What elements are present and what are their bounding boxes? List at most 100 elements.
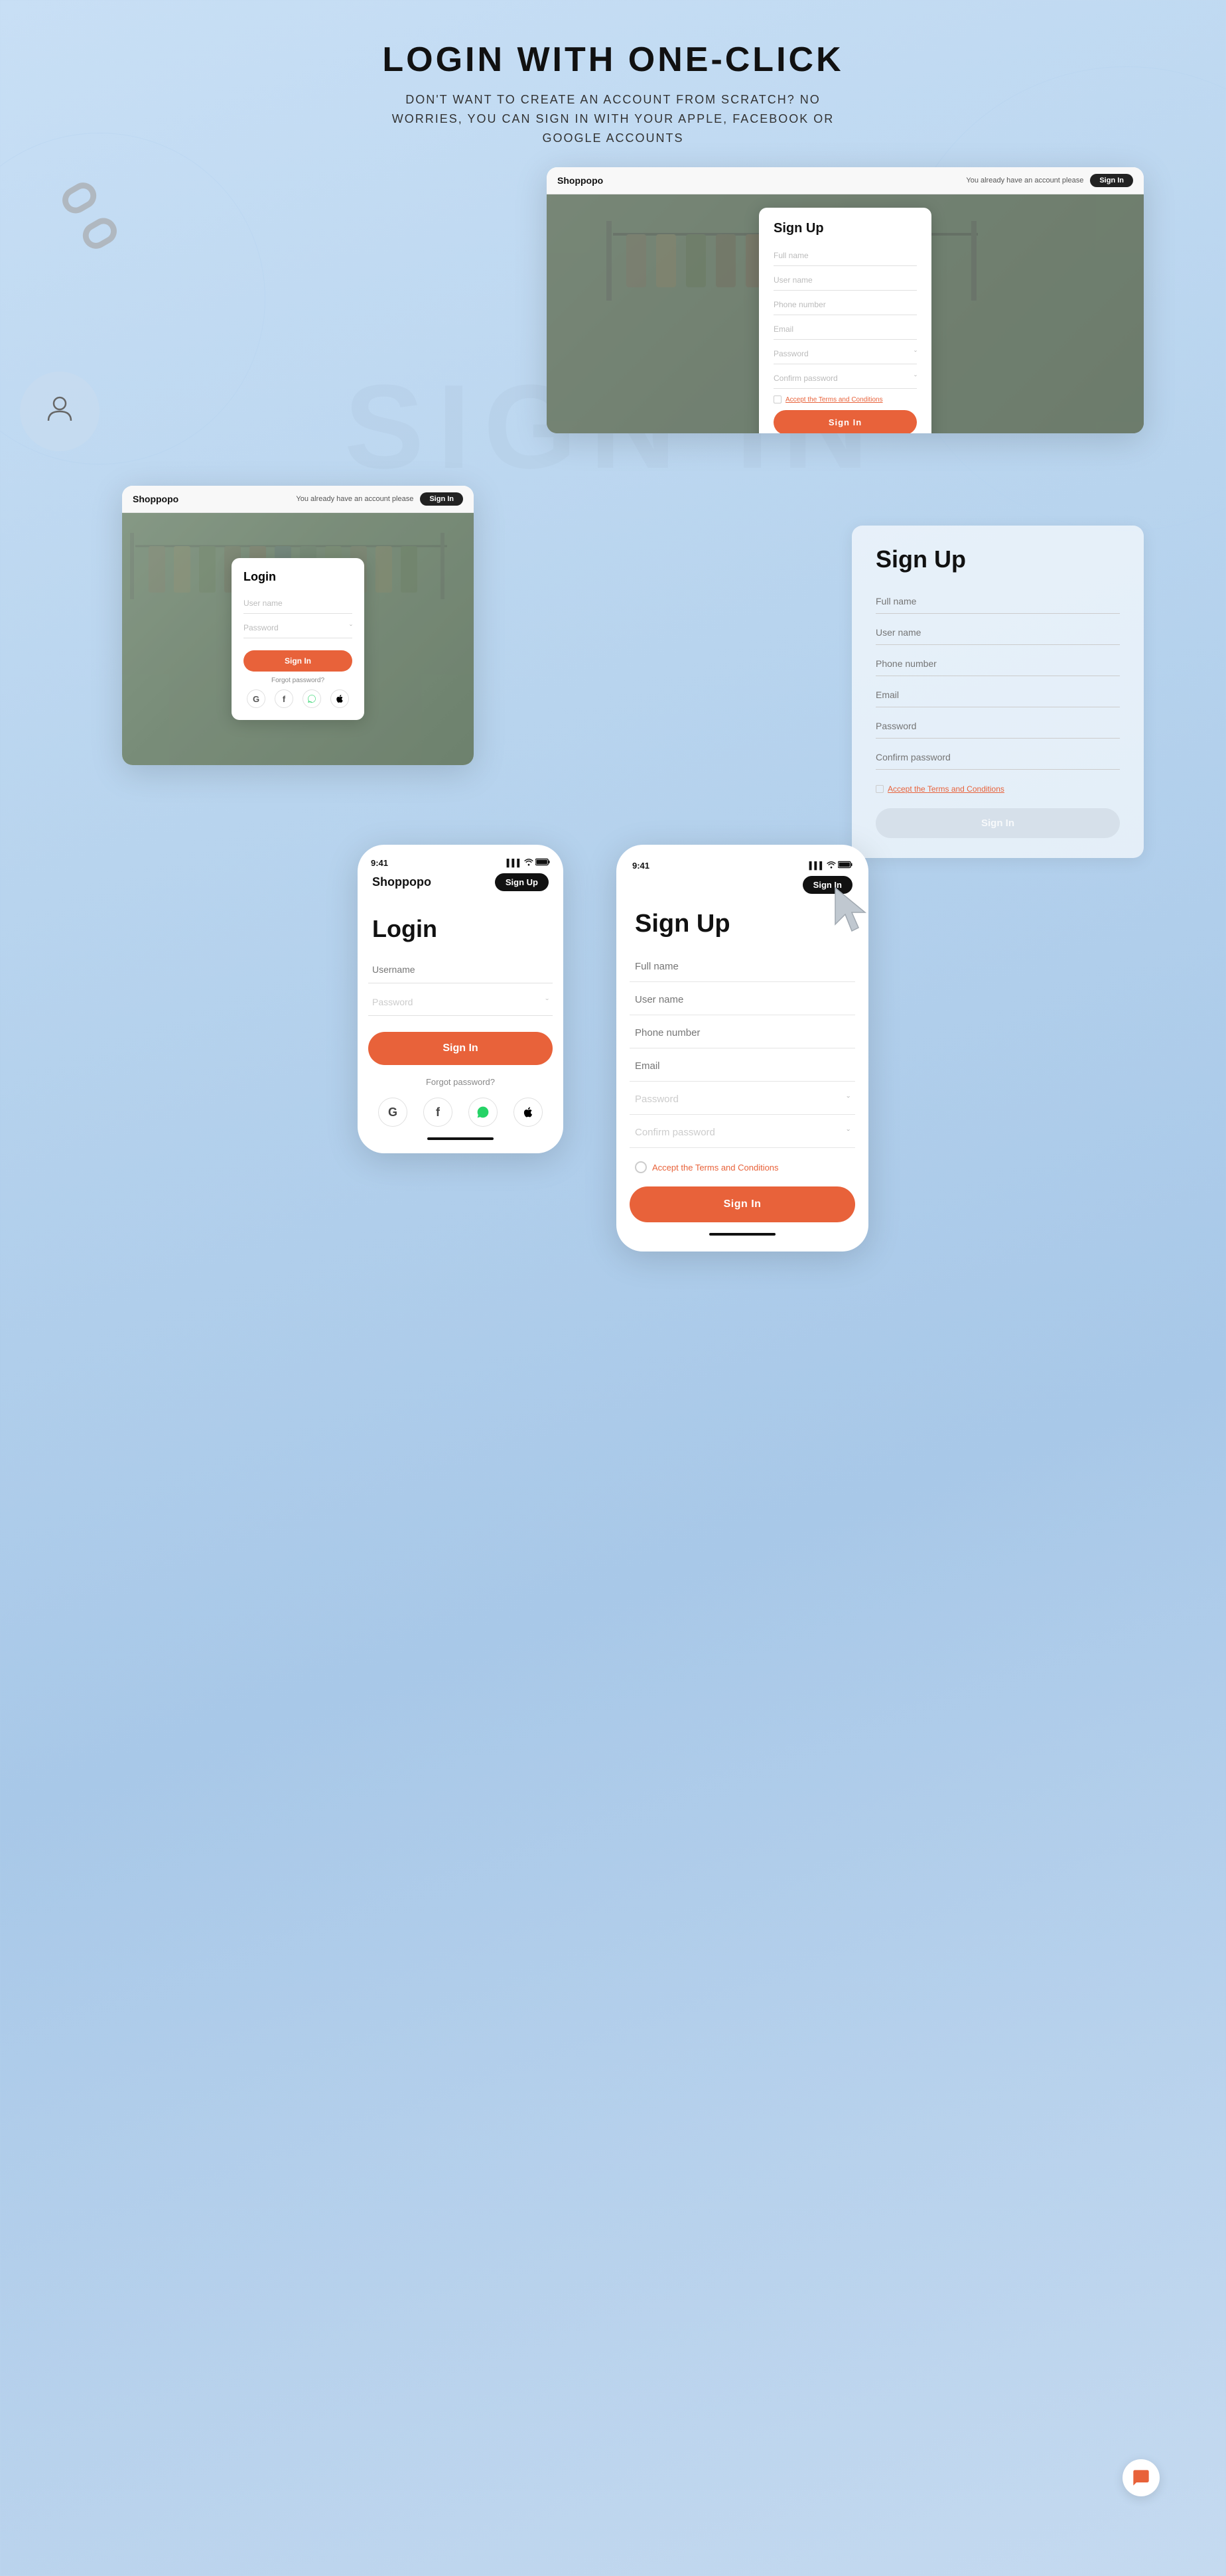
- desktop-browser-signup: Shoppopo You already have an account ple…: [547, 167, 1144, 433]
- partial-terms-row: Accept the Terms and Conditions: [876, 784, 1120, 794]
- desktop-login-form: Login User name Password ˇ Sign In Forgo…: [232, 558, 364, 720]
- partial-fullname-input[interactable]: [876, 589, 1120, 614]
- password-eye-icon[interactable]: ˇ: [914, 349, 917, 358]
- login-phone-signup-badge[interactable]: Sign Up: [495, 873, 549, 891]
- login-whatsapp-icon[interactable]: [468, 1098, 498, 1127]
- partial-terms-checkbox[interactable]: [876, 785, 884, 793]
- signup-phone-password-eye[interactable]: ˇ: [847, 1094, 850, 1105]
- login-password-field[interactable]: Password ˇ: [243, 618, 352, 638]
- signup-phone-password-row: Password ˇ: [630, 1084, 855, 1115]
- google-icon[interactable]: G: [247, 689, 265, 708]
- chat-bubble[interactable]: [1123, 2459, 1160, 2496]
- signup-phone-status-bar: 9:41 ▌▌▌: [630, 858, 855, 871]
- mobile-login-phone: 9:41 ▌▌▌ Shoppopo Sign Up Login Password…: [358, 845, 563, 1153]
- full-name-field[interactable]: Full name: [774, 246, 917, 266]
- browser-signin-btn[interactable]: Sign In: [1090, 174, 1133, 187]
- desktop-signup-section: Shoppopo You already have an account ple…: [82, 167, 1144, 472]
- hero-section: LOGIN WITH ONE-CLICK DON'T WANT TO CREAT…: [0, 0, 1226, 167]
- phone-number-field[interactable]: Phone number: [774, 295, 917, 315]
- confirm-password-field[interactable]: Confirm password ˇ: [774, 368, 917, 389]
- login-phone-nav: Shoppopo Sign Up: [368, 868, 553, 902]
- login-phone-status-icons: ▌▌▌: [507, 858, 550, 868]
- cursor-arrow-icon: [829, 885, 882, 938]
- signup-phone-password-label: Password: [635, 1094, 679, 1105]
- login-phone-username-input[interactable]: [368, 956, 553, 983]
- browser-logo: Shoppopo: [557, 175, 603, 186]
- login-browser-content: Login User name Password ˇ Sign In Forgo…: [122, 513, 474, 765]
- signup-phone-email[interactable]: [630, 1051, 855, 1082]
- signup-signal-icon: ▌▌▌: [809, 862, 825, 870]
- login-phone-eye-icon[interactable]: ˇ: [545, 997, 549, 1007]
- partial-submit-btn[interactable]: Sign In: [876, 808, 1120, 838]
- signup-wifi-icon: [827, 861, 836, 871]
- hero-subtitle: DON'T WANT TO CREATE AN ACCOUNT FROM SCR…: [381, 90, 845, 147]
- login-browser-bar: Shoppopo You already have an account ple…: [122, 486, 474, 513]
- signup-phone-phone[interactable]: [630, 1018, 855, 1048]
- login-phone-title: Login: [368, 902, 553, 956]
- login-phone-forgot-pw[interactable]: Forgot password?: [368, 1077, 553, 1087]
- login-password-eye-icon[interactable]: ˇ: [350, 623, 352, 632]
- login-phone-logo: Shoppopo: [372, 875, 431, 889]
- social-icons-row: G f: [243, 689, 352, 708]
- signup-phone-confirm-eye[interactable]: ˇ: [847, 1127, 850, 1138]
- email-field[interactable]: Email: [774, 319, 917, 340]
- login-username-field[interactable]: User name: [243, 593, 352, 614]
- login-phone-time: 9:41: [371, 858, 388, 868]
- signup-phone-submit-btn[interactable]: Sign In: [630, 1186, 855, 1222]
- login-google-icon[interactable]: G: [378, 1098, 407, 1127]
- browser-nav-right: You already have an account please Sign …: [966, 174, 1133, 187]
- confirm-password-eye-icon[interactable]: ˇ: [914, 374, 917, 383]
- desktop-signup-form: Sign Up Full name User name Phone number…: [759, 208, 931, 433]
- partial-email-input[interactable]: [876, 683, 1120, 707]
- login-browser-logo: Shoppopo: [133, 494, 178, 504]
- signup-phone-fullname[interactable]: [630, 952, 855, 982]
- signup-phone-title: Sign Up: [630, 899, 855, 952]
- login-phone-signin-btn[interactable]: Sign In: [368, 1032, 553, 1065]
- login-phone-social-row: G f: [368, 1098, 553, 1127]
- signup-phone-status-icons: ▌▌▌: [809, 861, 852, 871]
- user-name-field[interactable]: User name: [774, 270, 917, 291]
- signup-phone-terms-checkbox[interactable]: [635, 1161, 647, 1173]
- desktop-browser-login: Shoppopo You already have an account ple…: [122, 486, 474, 765]
- signup-battery-icon: [838, 861, 852, 871]
- whatsapp-icon[interactable]: [303, 689, 321, 708]
- user-icon: [43, 392, 76, 432]
- terms-checkbox[interactable]: [774, 395, 782, 403]
- partial-terms-label: Accept the Terms and Conditions: [888, 784, 1004, 794]
- login-phone-password-label: Password: [372, 997, 413, 1007]
- login-phone-status-bar: 9:41 ▌▌▌: [368, 855, 553, 868]
- mobile-signup-phone: 9:41 ▌▌▌ Sign In Sign Up: [616, 845, 868, 1252]
- partial-signup-desktop: Sign Up Accept the Terms and Conditions …: [852, 526, 1144, 858]
- apple-icon[interactable]: [330, 689, 349, 708]
- login-browser-signin-btn[interactable]: Sign In: [420, 492, 463, 506]
- signup-form-title: Sign Up: [774, 221, 917, 236]
- login-phone-password-row: Password ˇ: [368, 989, 553, 1016]
- login-facebook-icon[interactable]: f: [423, 1098, 452, 1127]
- signup-phone-terms-row: Accept the Terms and Conditions: [630, 1153, 855, 1181]
- browser-toolbar: Shoppopo You already have an account ple…: [547, 167, 1144, 194]
- wifi-icon: [524, 858, 533, 868]
- facebook-icon[interactable]: f: [275, 689, 293, 708]
- signup-phone-nav: Sign In: [630, 871, 855, 899]
- signup-submit-btn[interactable]: Sign In: [774, 410, 917, 433]
- partial-signup-title: Sign Up: [876, 545, 1120, 573]
- login-form-title: Login: [243, 570, 352, 584]
- partial-confirm-password-input[interactable]: [876, 745, 1120, 770]
- mobile-section: 9:41 ▌▌▌ Shoppopo Sign Up Login Password…: [0, 845, 1226, 1252]
- terms-checkbox-row: Accept the Terms and Conditions: [774, 395, 917, 403]
- signup-phone-confirm-password-row: Confirm password ˇ: [630, 1117, 855, 1148]
- login-submit-btn[interactable]: Sign In: [243, 650, 352, 672]
- signup-phone-home-indicator: [709, 1233, 776, 1236]
- login-browser-nav-text: You already have an account please: [296, 495, 413, 503]
- password-field[interactable]: Password ˇ: [774, 344, 917, 364]
- partial-password-input[interactable]: [876, 714, 1120, 739]
- partial-phone-input[interactable]: [876, 652, 1120, 676]
- signup-phone-username[interactable]: [630, 985, 855, 1015]
- signup-phone-time: 9:41: [632, 861, 649, 871]
- forgot-password-link[interactable]: Forgot password?: [243, 677, 352, 684]
- browser-content: Sign Up Full name User name Phone number…: [547, 194, 1144, 433]
- login-apple-icon[interactable]: [513, 1098, 543, 1127]
- login-browser-nav: You already have an account please Sign …: [296, 492, 463, 506]
- partial-username-input[interactable]: [876, 620, 1120, 645]
- battery-icon: [535, 858, 550, 868]
